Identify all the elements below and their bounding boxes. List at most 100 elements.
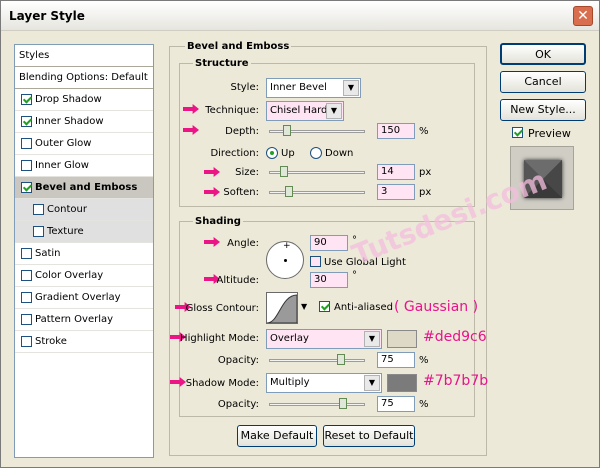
dial-center-dot — [284, 259, 287, 262]
size-slider-thumb[interactable] — [280, 166, 288, 177]
soften-unit: px — [419, 187, 432, 198]
technique-label: Technique: — [205, 105, 259, 116]
layer-style-dialog: Layer Style ✕ Styles Blending Options: D… — [0, 0, 600, 468]
soften-slider-track[interactable] — [269, 191, 365, 194]
style-item-inner-glow[interactable]: Inner Glow — [15, 155, 153, 177]
stroke-checkbox[interactable] — [21, 336, 32, 347]
style-item-label: Drop Shadow — [35, 94, 102, 105]
style-item-label: Stroke — [35, 336, 67, 347]
depth-slider-thumb[interactable] — [283, 125, 291, 136]
chevron-down-icon: ▼ — [326, 103, 342, 119]
shadow-mode-select[interactable]: Multiply ▼ — [266, 373, 382, 393]
soften-input[interactable]: 3 — [377, 184, 415, 200]
shadow-opacity-slider-track[interactable] — [269, 403, 365, 406]
style-item-label: Gradient Overlay — [35, 292, 121, 303]
anti-aliased-checkbox[interactable] — [319, 301, 330, 312]
highlight-opacity-slider-track[interactable] — [269, 359, 365, 362]
shadow-color-swatch[interactable] — [387, 374, 417, 392]
outer-glow-checkbox[interactable] — [21, 138, 32, 149]
style-item-inner-shadow[interactable]: Inner Shadow — [15, 111, 153, 133]
highlight-color-swatch[interactable] — [387, 330, 417, 348]
gloss-contour-swatch[interactable] — [266, 292, 298, 324]
inner-glow-checkbox[interactable] — [21, 160, 32, 171]
contour-checkbox[interactable] — [33, 204, 44, 215]
close-button[interactable]: ✕ — [573, 6, 593, 26]
cancel-button[interactable]: Cancel — [500, 71, 586, 93]
ok-button[interactable]: OK — [500, 43, 586, 65]
color-overlay-checkbox[interactable] — [21, 270, 32, 281]
style-item-outer-glow[interactable]: Outer Glow — [15, 133, 153, 155]
style-item-label: Bevel and Emboss — [35, 182, 138, 193]
style-item-gradient-overlay[interactable]: Gradient Overlay — [15, 287, 153, 309]
chevron-down-icon: ▼ — [343, 80, 359, 96]
altitude-unit: ° — [352, 270, 357, 281]
style-label: Style: — [230, 82, 260, 93]
size-input[interactable]: 14 — [377, 164, 415, 180]
satin-checkbox[interactable] — [21, 248, 32, 259]
style-item-label: Inner Glow — [35, 160, 89, 171]
style-item-pattern-overlay[interactable]: Pattern Overlay — [15, 309, 153, 331]
direction-down-radio[interactable] — [310, 147, 322, 159]
angle-dial[interactable]: + — [266, 241, 304, 279]
highlight-opacity-unit: % — [419, 355, 429, 366]
bevel-emboss-checkbox[interactable] — [21, 182, 32, 193]
style-item-label: Color Overlay — [35, 270, 104, 281]
altitude-input[interactable]: 30 — [310, 272, 348, 288]
style-item-label: Outer Glow — [35, 138, 92, 149]
reset-to-default-button[interactable]: Reset to Default — [323, 425, 415, 447]
technique-select[interactable]: Chisel Hard ▼ — [266, 101, 344, 121]
soften-label: Soften: — [223, 187, 259, 198]
style-item-bevel-emboss[interactable]: Bevel and Emboss — [15, 177, 153, 199]
title-bar[interactable]: Layer Style ✕ — [1, 1, 599, 31]
new-style-button[interactable]: New Style... — [500, 99, 586, 121]
depth-unit: % — [419, 126, 429, 137]
style-item-contour[interactable]: Contour — [15, 199, 153, 221]
style-value: Inner Bevel — [270, 82, 327, 93]
gloss-contour-label: Gloss Contour: — [185, 303, 259, 314]
texture-checkbox[interactable] — [33, 226, 44, 237]
shading-title: Shading — [193, 216, 243, 227]
depth-input[interactable]: 150 — [377, 123, 415, 139]
bevel-emboss-title: Bevel and Emboss — [185, 41, 292, 52]
preview-label: Preview — [528, 127, 571, 140]
chevron-down-icon: ▼ — [364, 375, 380, 391]
style-item-drop-shadow[interactable]: Drop Shadow — [15, 89, 153, 111]
chevron-down-icon: ▼ — [364, 331, 380, 347]
style-item-texture[interactable]: Texture — [15, 221, 153, 243]
style-item-satin[interactable]: Satin — [15, 243, 153, 265]
style-select[interactable]: Inner Bevel ▼ — [266, 78, 361, 98]
chevron-down-icon[interactable]: ▼ — [301, 302, 307, 311]
close-icon: ✕ — [577, 8, 589, 24]
highlight-opacity-slider-thumb[interactable] — [337, 354, 345, 365]
shadow-opacity-slider-thumb[interactable] — [339, 398, 347, 409]
highlight-mode-select[interactable]: Overlay ▼ — [266, 329, 382, 349]
styles-list: Styles Blending Options: Default Drop Sh… — [14, 44, 154, 458]
soften-slider-thumb[interactable] — [285, 186, 293, 197]
gaussian-curve-icon — [266, 294, 298, 324]
size-unit: px — [419, 167, 432, 178]
technique-value: Chisel Hard — [270, 105, 328, 116]
inner-shadow-checkbox[interactable] — [21, 116, 32, 127]
direction-up-label: Up — [281, 148, 295, 159]
drop-shadow-checkbox[interactable] — [21, 94, 32, 105]
make-default-button[interactable]: Make Default — [237, 425, 317, 447]
style-item-stroke[interactable]: Stroke — [15, 331, 153, 353]
dialog-title: Layer Style — [9, 9, 85, 23]
depth-label: Depth: — [225, 126, 259, 137]
preview-checkbox[interactable] — [512, 127, 523, 138]
styles-header[interactable]: Styles — [15, 45, 153, 67]
anti-aliased-label: Anti-aliased — [334, 302, 394, 313]
highlight-opacity-input[interactable]: 75 — [377, 352, 415, 368]
angle-input[interactable]: 90 — [310, 235, 348, 251]
style-item-label: Pattern Overlay — [35, 314, 114, 325]
blending-options-item[interactable]: Blending Options: Default — [15, 67, 153, 89]
direction-label: Direction: — [210, 148, 259, 159]
direction-up-radio[interactable] — [266, 147, 278, 159]
global-light-checkbox[interactable] — [310, 256, 321, 267]
gradient-overlay-checkbox[interactable] — [21, 292, 32, 303]
highlight-color-note: #ded9c6 — [423, 329, 487, 345]
style-item-color-overlay[interactable]: Color Overlay — [15, 265, 153, 287]
pattern-overlay-checkbox[interactable] — [21, 314, 32, 325]
shadow-mode-label: Shadow Mode: — [185, 378, 259, 389]
shadow-opacity-input[interactable]: 75 — [377, 396, 415, 412]
